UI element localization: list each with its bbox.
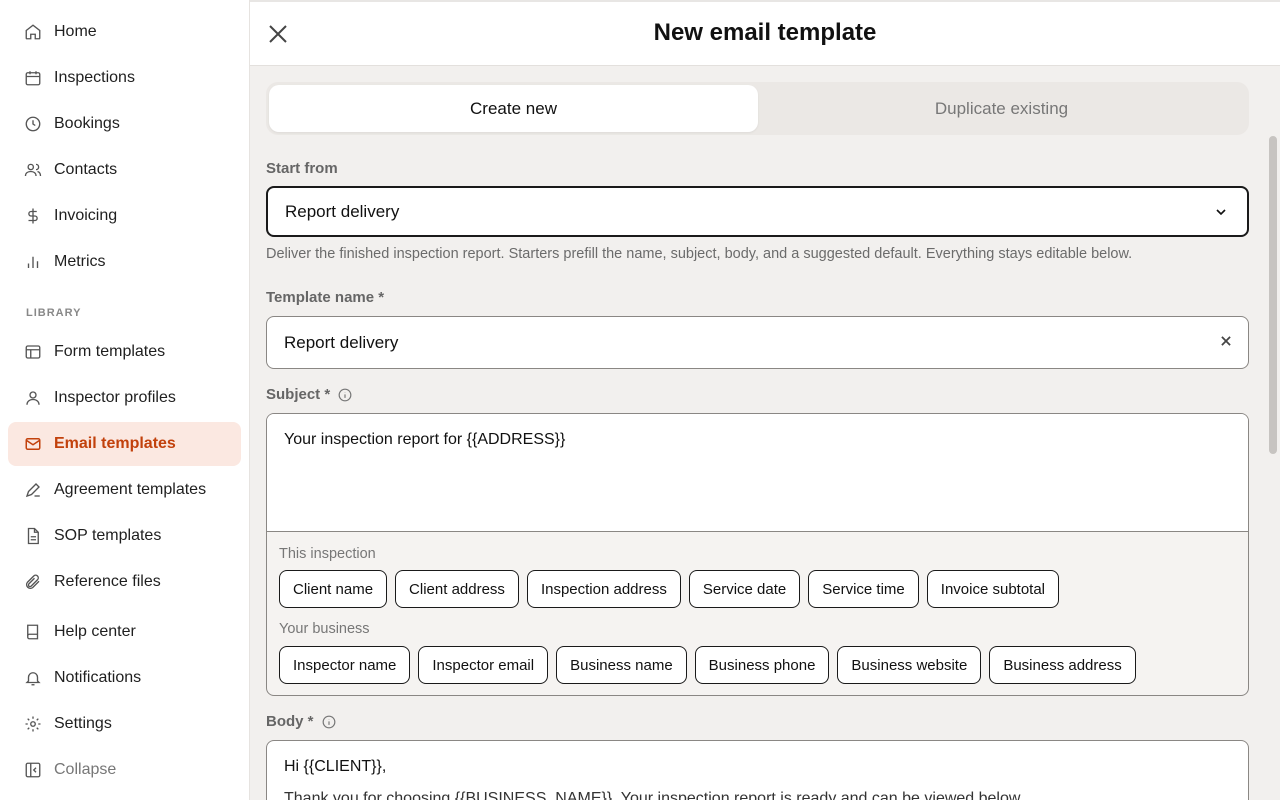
sidebar-item-form-templates[interactable]: Form templates bbox=[8, 330, 241, 374]
start-from-select[interactable]: Report delivery bbox=[266, 186, 1249, 237]
sidebar-item-label: Agreement templates bbox=[54, 481, 207, 498]
bar-chart-icon bbox=[24, 253, 42, 271]
sidebar-item-label: Inspector profiles bbox=[54, 389, 176, 406]
sidebar-item-home[interactable]: Home bbox=[8, 10, 241, 54]
sidebar-item-contacts[interactable]: Contacts bbox=[8, 148, 241, 192]
paperclip-icon bbox=[24, 573, 42, 591]
chip-invoice-subtotal[interactable]: Invoice subtotal bbox=[926, 570, 1060, 608]
sidebar-item-agreement-templates[interactable]: Agreement templates bbox=[8, 468, 241, 512]
main-panel: New email template Create new Duplicate … bbox=[250, 0, 1280, 800]
sidebar-item-notifications[interactable]: Notifications bbox=[8, 656, 241, 700]
chip-business-name[interactable]: Business name bbox=[556, 646, 687, 684]
body-line: Hi {{CLIENT}}, bbox=[284, 758, 387, 775]
sidebar-item-metrics[interactable]: Metrics bbox=[8, 240, 241, 284]
sidebar-item-settings[interactable]: Settings bbox=[8, 702, 241, 746]
info-icon[interactable] bbox=[338, 388, 352, 402]
bell-icon bbox=[24, 669, 42, 687]
chip-business-website[interactable]: Business website bbox=[837, 646, 982, 684]
sidebar-item-label: Metrics bbox=[54, 253, 106, 270]
sidebar: Home Inspections Bookings Contacts Invoi… bbox=[0, 0, 250, 800]
sidebar-item-label: Settings bbox=[54, 715, 112, 732]
chip-inspector-name[interactable]: Inspector name bbox=[279, 646, 411, 684]
sidebar-item-label: SOP templates bbox=[54, 527, 162, 544]
subject-editor: Your inspection report for {{ADDRESS}} T… bbox=[266, 413, 1249, 696]
chip-business-phone[interactable]: Business phone bbox=[694, 646, 830, 684]
signature-icon bbox=[24, 481, 42, 499]
layout-icon bbox=[24, 343, 42, 361]
sidebar-item-label: Collapse bbox=[54, 761, 117, 778]
business-chip-row: Inspector name Inspector email Business … bbox=[279, 646, 1136, 684]
chip-client-address[interactable]: Client address bbox=[395, 570, 519, 608]
inspection-chip-row: Client name Client address Inspection ad… bbox=[279, 570, 1060, 608]
body-label-text: Body * bbox=[266, 713, 314, 730]
body-input[interactable]: Hi {{CLIENT}}, Thank you for choosing {{… bbox=[266, 740, 1249, 800]
users-icon bbox=[24, 161, 42, 179]
template-name-label: Template name * bbox=[266, 289, 385, 306]
calendar-icon bbox=[24, 69, 42, 87]
body-label: Body * bbox=[266, 713, 336, 730]
library-section-label: LIBRARY bbox=[26, 307, 82, 319]
sidebar-item-label: Home bbox=[54, 23, 97, 40]
sidebar-item-collapse[interactable]: Collapse bbox=[8, 748, 241, 792]
scrollbar[interactable] bbox=[1266, 66, 1280, 800]
scrollbar-thumb[interactable] bbox=[1269, 136, 1277, 454]
chip-group-label-inspection: This inspection bbox=[279, 546, 376, 562]
sidebar-item-label: Reference files bbox=[54, 573, 161, 590]
chevron-down-icon bbox=[1213, 204, 1229, 220]
sidebar-item-inspections[interactable]: Inspections bbox=[8, 56, 241, 100]
sidebar-item-label: Bookings bbox=[54, 115, 120, 132]
sidebar-item-label: Invoicing bbox=[54, 207, 118, 224]
sidebar-item-sop-templates[interactable]: SOP templates bbox=[8, 514, 241, 558]
home-icon bbox=[24, 23, 42, 41]
subject-label-text: Subject * bbox=[266, 386, 331, 403]
chip-business-address[interactable]: Business address bbox=[989, 646, 1136, 684]
sidebar-item-bookings[interactable]: Bookings bbox=[8, 102, 241, 146]
mode-segmented-control: Create new Duplicate existing bbox=[266, 82, 1249, 135]
sidebar-item-inspector-profiles[interactable]: Inspector profiles bbox=[8, 376, 241, 420]
document-icon bbox=[24, 527, 42, 545]
sidebar-item-help-center[interactable]: Help center bbox=[8, 610, 241, 654]
start-from-label: Start from bbox=[266, 160, 338, 177]
template-name-input[interactable]: Report delivery bbox=[266, 316, 1249, 369]
mail-icon bbox=[24, 435, 42, 453]
info-icon[interactable] bbox=[322, 715, 336, 729]
subject-label: Subject * bbox=[266, 386, 352, 403]
chip-service-date[interactable]: Service date bbox=[688, 570, 801, 608]
chip-inspector-email[interactable]: Inspector email bbox=[418, 646, 549, 684]
template-name-value: Report delivery bbox=[284, 332, 399, 352]
tab-create-new[interactable]: Create new bbox=[269, 85, 758, 132]
sidebar-item-label: Email templates bbox=[54, 435, 176, 452]
dollar-icon bbox=[24, 207, 42, 225]
page-title: New email template bbox=[653, 19, 877, 46]
body-line: Thank you for choosing {{BUSINESS_NAME}}… bbox=[284, 790, 1024, 800]
start-from-help-text: Deliver the finished inspection report. … bbox=[266, 246, 1133, 262]
sidebar-item-label: Contacts bbox=[54, 161, 118, 178]
chip-client-name[interactable]: Client name bbox=[279, 570, 388, 608]
modal-header: New email template bbox=[250, 0, 1280, 66]
sidebar-item-reference-files[interactable]: Reference files bbox=[8, 560, 241, 604]
clear-icon[interactable] bbox=[1218, 334, 1234, 350]
chip-group-label-business: Your business bbox=[279, 621, 370, 637]
clock-icon bbox=[24, 115, 42, 133]
sidebar-item-invoicing[interactable]: Invoicing bbox=[8, 194, 241, 238]
book-icon bbox=[24, 623, 42, 641]
sidebar-item-label: Inspections bbox=[54, 69, 135, 86]
collapse-sidebar-icon bbox=[24, 761, 42, 779]
sidebar-item-label: Notifications bbox=[54, 669, 142, 686]
start-from-value: Report delivery bbox=[285, 201, 400, 221]
chip-service-time[interactable]: Service time bbox=[808, 570, 919, 608]
gear-icon bbox=[24, 715, 42, 733]
tab-duplicate-existing[interactable]: Duplicate existing bbox=[757, 85, 1246, 132]
chip-inspection-address[interactable]: Inspection address bbox=[526, 570, 681, 608]
sidebar-item-label: Form templates bbox=[54, 343, 166, 360]
user-icon bbox=[24, 389, 42, 407]
sidebar-item-email-templates[interactable]: Email templates bbox=[8, 422, 241, 466]
subject-input[interactable]: Your inspection report for {{ADDRESS}} bbox=[267, 414, 1248, 532]
sidebar-item-label: Help center bbox=[54, 623, 136, 640]
